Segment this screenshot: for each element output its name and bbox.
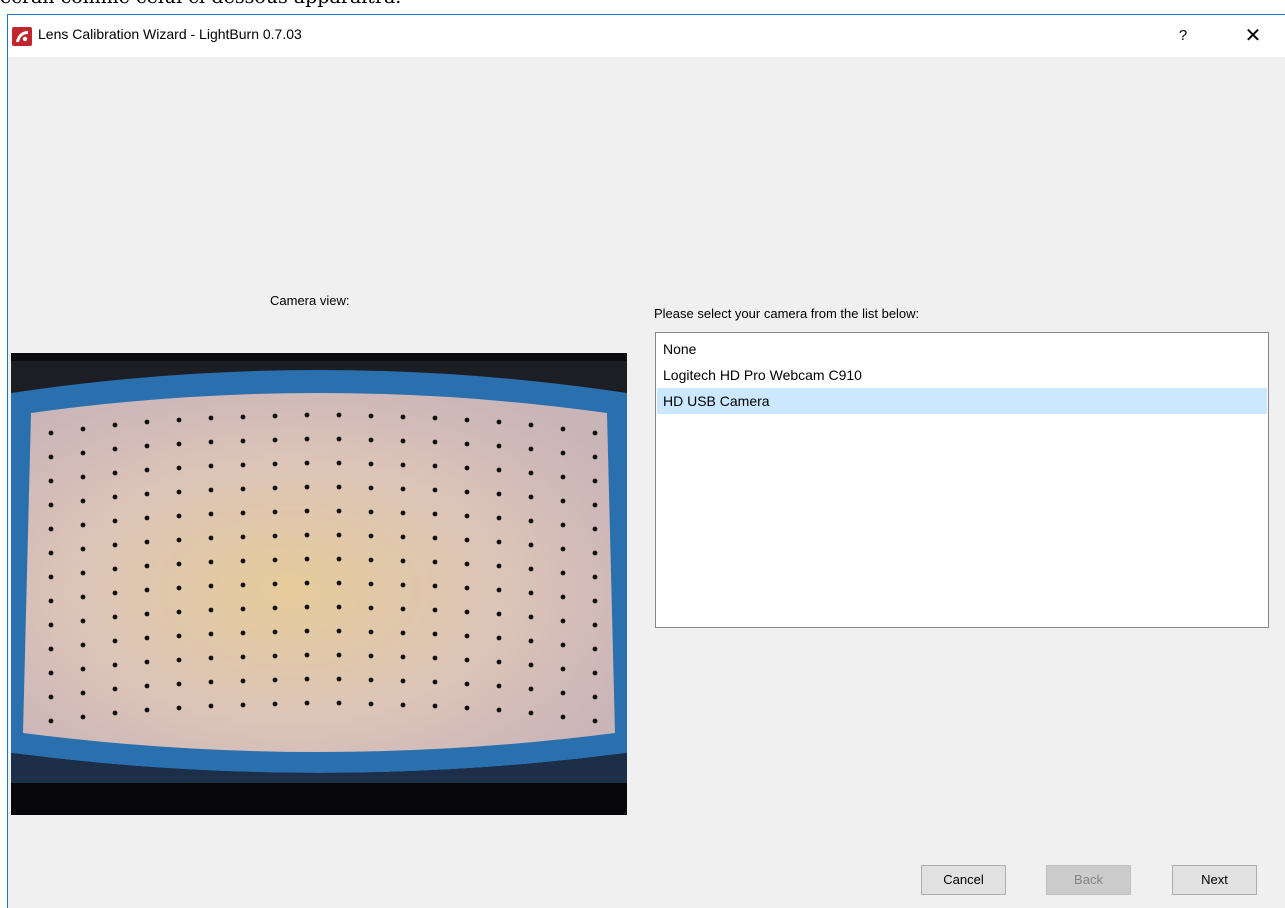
help-button[interactable]: ? [1168,21,1198,51]
camera-list[interactable]: None Logitech HD Pro Webcam C910 HD USB … [655,332,1269,628]
close-button[interactable]: ✕ [1236,21,1270,51]
back-button[interactable]: Back [1046,865,1131,895]
background-caption: écran comme celui ci-dessous apparaîtra. [0,0,401,10]
camera-view-label: Camera view: [270,293,350,308]
title-bar[interactable]: Lens Calibration Wizard - LightBurn 0.7.… [8,15,1285,57]
camera-preview-image [11,353,627,815]
cancel-button[interactable]: Cancel [921,865,1006,895]
camera-select-label: Please select your camera from the list … [654,306,920,321]
camera-list-item[interactable]: Logitech HD Pro Webcam C910 [657,362,1267,388]
window-title: Lens Calibration Wizard - LightBurn 0.7.… [38,26,302,42]
camera-list-item[interactable]: None [657,336,1267,362]
next-button[interactable]: Next [1172,865,1257,895]
lightburn-app-icon [12,27,32,46]
camera-list-item-selected[interactable]: HD USB Camera [657,388,1267,414]
wizard-window: Lens Calibration Wizard - LightBurn 0.7.… [7,14,1285,908]
